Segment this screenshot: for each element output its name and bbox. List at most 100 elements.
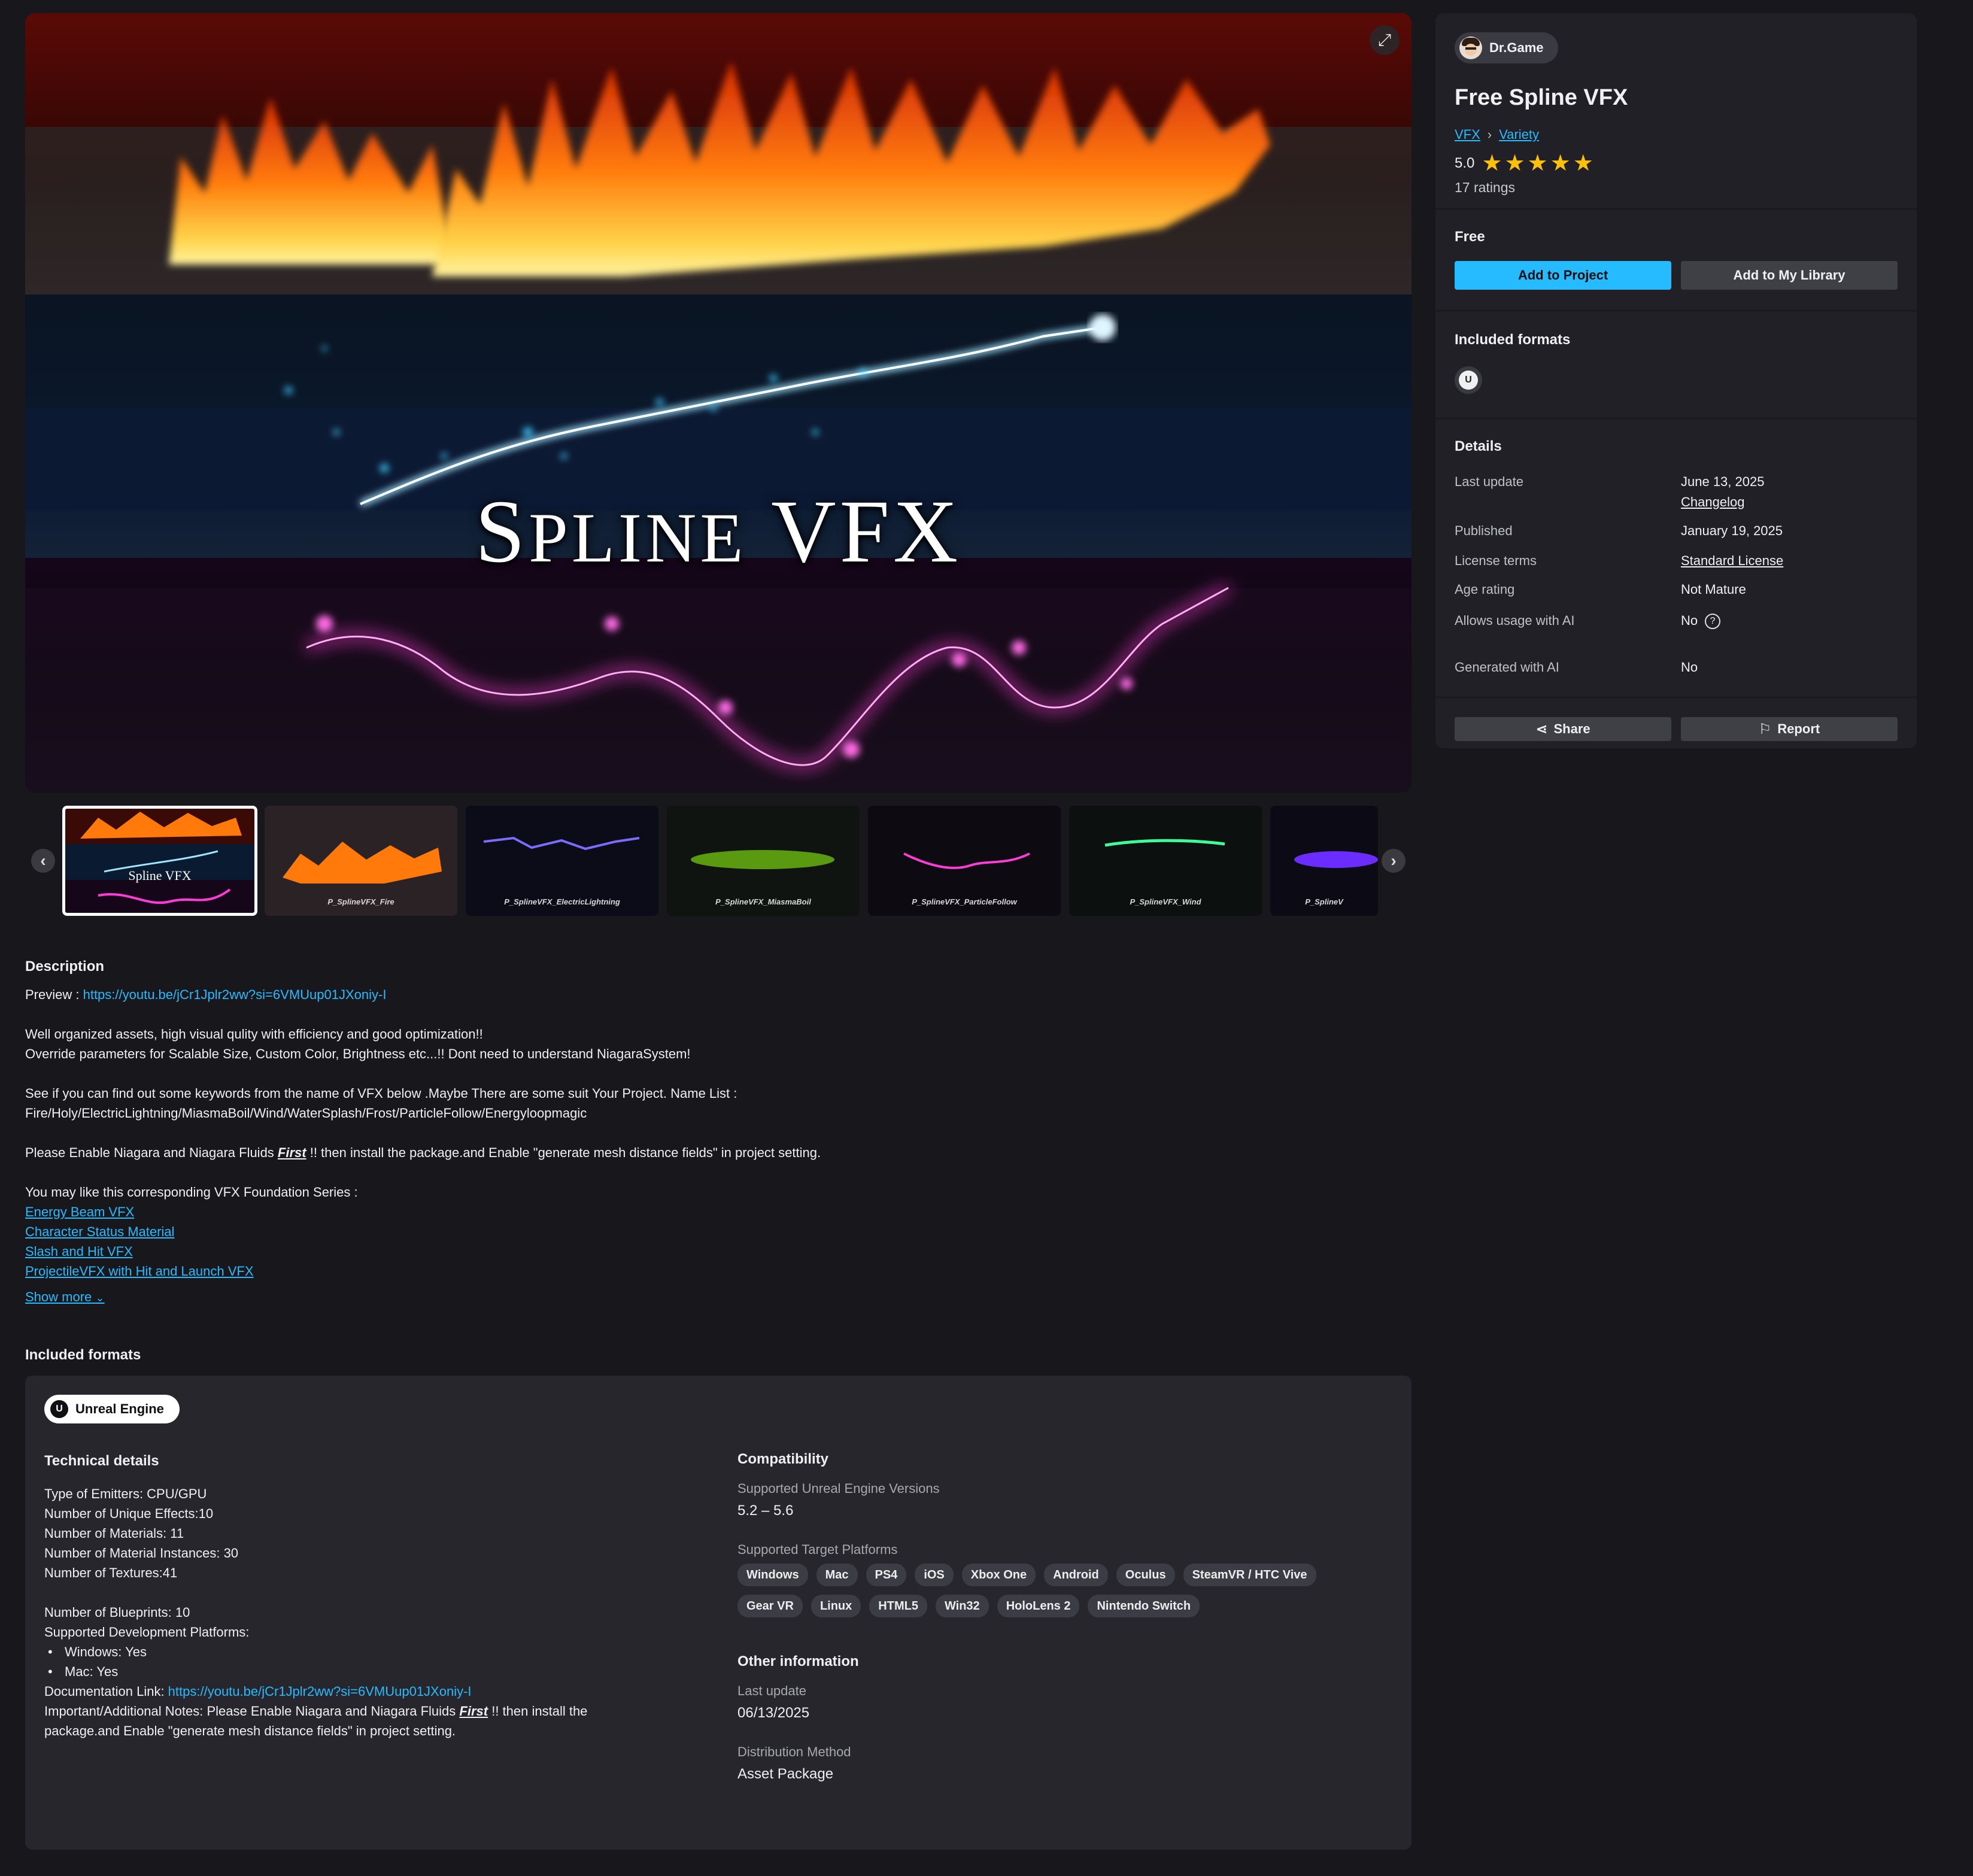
- thumbnail-1-image: [62, 806, 257, 916]
- thumbs-prev-button[interactable]: ‹: [31, 849, 55, 873]
- add-to-library-button[interactable]: Add to My Library: [1681, 261, 1898, 290]
- preview-link[interactable]: https://youtu.be/jCr1Jplr2ww?si=6VMUup01…: [83, 987, 387, 1002]
- thumbnail-4-label: P_SplineVFX_MiasmaBoil: [715, 897, 811, 906]
- chevron-down-icon: ⌄: [95, 1292, 105, 1304]
- report-label: Report: [1777, 721, 1820, 736]
- platform-chip: Gear VR: [737, 1595, 803, 1617]
- tech-line: Number of Textures:41: [44, 1565, 178, 1580]
- detail-value: June 13, 2025: [1681, 474, 1765, 489]
- show-more-button[interactable]: Show more ⌄: [25, 1287, 105, 1308]
- description-paragraph-1: Well organized assets, high visual qulit…: [25, 1024, 1402, 1064]
- related-link-character-status[interactable]: Character Status Material: [25, 1222, 1402, 1241]
- rating-stars: ★ ★ ★ ★ ★: [1479, 152, 1593, 175]
- add-to-project-button[interactable]: Add to Project: [1455, 261, 1671, 290]
- rating: 5.0 ★ ★ ★ ★ ★: [1455, 152, 1593, 175]
- preview-label: Preview :: [25, 987, 83, 1002]
- related-link-projectile[interactable]: ProjectileVFX with Hit and Launch VFX: [25, 1261, 1402, 1281]
- platform-chip: Windows: [737, 1564, 808, 1586]
- report-button[interactable]: ⚐ Report: [1681, 717, 1898, 741]
- star-icon: ★: [1504, 151, 1525, 176]
- unreal-engine-label: Unreal Engine: [75, 1401, 164, 1416]
- notes-line: Important/Additional Notes: Please Enabl…: [44, 1701, 703, 1741]
- avatar: [1459, 37, 1482, 59]
- related-link-slash-hit[interactable]: Slash and Hit VFX: [25, 1241, 1402, 1261]
- thumbnail-4[interactable]: P_SplineVFX_MiasmaBoil: [667, 806, 860, 916]
- ratings-count: 17 ratings: [1455, 180, 1516, 195]
- thumbnail-1[interactable]: Spline VFX: [62, 806, 257, 916]
- help-icon[interactable]: ?: [1705, 614, 1721, 630]
- thumbnail-7-label: P_SplineV: [1305, 897, 1343, 906]
- hero-title: SPLINE VFX: [475, 482, 962, 581]
- show-more-label: Show more: [25, 1289, 92, 1304]
- list-item: Windows: Yes: [44, 1642, 703, 1662]
- expand-icon[interactable]: ⤢: [1370, 25, 1400, 55]
- list-item: Mac: Yes: [44, 1662, 703, 1681]
- other-info-heading: Other information: [737, 1653, 859, 1669]
- related-link-energy-beam[interactable]: Energy Beam VFX: [25, 1202, 1402, 1222]
- platform-chip: iOS: [915, 1564, 954, 1586]
- detail-value: Not Mature: [1681, 582, 1746, 597]
- chevron-right-icon: ›: [1487, 127, 1492, 142]
- share-button[interactable]: ⋖ Share: [1455, 717, 1671, 741]
- para1-line2: Override parameters for Scalable Size, C…: [25, 1046, 691, 1061]
- description-paragraph-3: Please Enable Niagara and Niagara Fluids…: [25, 1143, 1402, 1162]
- purchase-section: Free: [1435, 210, 1917, 311]
- platform-chip: Nintendo Switch: [1088, 1595, 1200, 1617]
- para1-line1: Well organized assets, high visual qulit…: [25, 1027, 483, 1042]
- detail-value: No: [1681, 660, 1698, 675]
- thumbnail-3[interactable]: P_SplineVFX_ElectricLightning: [466, 806, 658, 916]
- changelog-link[interactable]: Changelog: [1681, 494, 1908, 510]
- rating-value: 5.0: [1455, 155, 1475, 171]
- star-icon: ★: [1573, 151, 1593, 176]
- versions-label: Supported Unreal Engine Versions: [737, 1481, 940, 1496]
- platform-chip: PS4: [866, 1564, 907, 1586]
- detail-key: License terms: [1455, 553, 1537, 568]
- sidebar-formats-section: [1435, 311, 1917, 419]
- distribution-value: Asset Package: [737, 1766, 834, 1782]
- platforms-label: Supported Target Platforms: [737, 1542, 898, 1557]
- thumbnail-3-label: P_SplineVFX_ElectricLightning: [504, 897, 620, 906]
- para4: You may like this corresponding VFX Foun…: [25, 1185, 358, 1200]
- thumbnail-6[interactable]: P_SplineVFX_Wind: [1069, 806, 1262, 916]
- description-paragraph-2: See if you can find out some keywords fr…: [25, 1083, 1402, 1123]
- unreal-engine-tab[interactable]: U Unreal Engine: [44, 1395, 180, 1423]
- platform-list: Windows: Yes Mac: Yes: [44, 1642, 703, 1681]
- documentation-link[interactable]: https://youtu.be/jCr1Jplr2ww?si=6VMUup01…: [168, 1684, 472, 1699]
- detail-key: Allows usage with AI: [1455, 613, 1575, 628]
- unreal-engine-format-icon[interactable]: U: [1455, 366, 1482, 394]
- para3-pre: Please Enable Niagara and Niagara Fluids: [25, 1145, 278, 1160]
- thumbnail-2[interactable]: P_SplineVFX_Fire: [265, 806, 457, 916]
- platform-chip: HTML5: [869, 1595, 927, 1617]
- tech-line: Supported Development Platforms:: [44, 1625, 250, 1640]
- standard-license-link[interactable]: Standard License: [1681, 553, 1908, 569]
- thumbnail-5-label: P_SplineVFX_ParticleFollow: [912, 897, 1017, 906]
- author-name: Dr.Game: [1489, 40, 1544, 55]
- tech-line: Number of Unique Effects:10: [44, 1506, 214, 1521]
- thumbnail-5[interactable]: P_SplineVFX_ParticleFollow: [868, 806, 1061, 916]
- description-section: Description Preview : https://youtu.be/j…: [25, 957, 1402, 1308]
- description-paragraph-4: You may like this corresponding VFX Foun…: [25, 1182, 1402, 1308]
- star-icon: ★: [1482, 151, 1502, 176]
- thumbnail-7[interactable]: P_SplineV: [1270, 806, 1378, 916]
- thumbs-next-button[interactable]: ›: [1382, 849, 1406, 873]
- thumbnail-2-label: P_SplineVFX_Fire: [327, 897, 394, 906]
- detail-key: Published: [1455, 523, 1513, 538]
- other-last-update-label: Last update: [737, 1683, 806, 1698]
- product-title: Free Spline VFX: [1455, 85, 1628, 110]
- breadcrumb-vfx[interactable]: VFX: [1455, 127, 1480, 142]
- platform-chip: Oculus: [1116, 1564, 1175, 1586]
- breadcrumb-variety[interactable]: Variety: [1499, 127, 1539, 142]
- tech-line: Type of Emitters: CPU/GPU: [44, 1486, 207, 1501]
- other-last-update-value: 06/13/2025: [737, 1705, 810, 1721]
- compatibility-column: Compatibility Supported Unreal Engine Ve…: [737, 1451, 1396, 1805]
- unreal-engine-icon: U: [50, 1400, 68, 1418]
- author-link[interactable]: Dr.Game: [1455, 32, 1558, 63]
- detail-value: January 19, 2025: [1681, 523, 1783, 538]
- technical-details-heading: Technical details: [44, 1453, 159, 1469]
- tech-line: Number of Blueprints: 10: [44, 1605, 190, 1620]
- share-icon: ⋖: [1535, 721, 1548, 737]
- thumbnail-strip: ‹ Spline VFX P_SplineVFX_Fire P_SplineVF…: [25, 806, 1412, 916]
- technical-details: Technical details Type of Emitters: CPU/…: [44, 1451, 703, 1741]
- hero-image[interactable]: SPLINE VFX ⤢: [25, 13, 1412, 793]
- details-heading: Details: [1455, 438, 1502, 454]
